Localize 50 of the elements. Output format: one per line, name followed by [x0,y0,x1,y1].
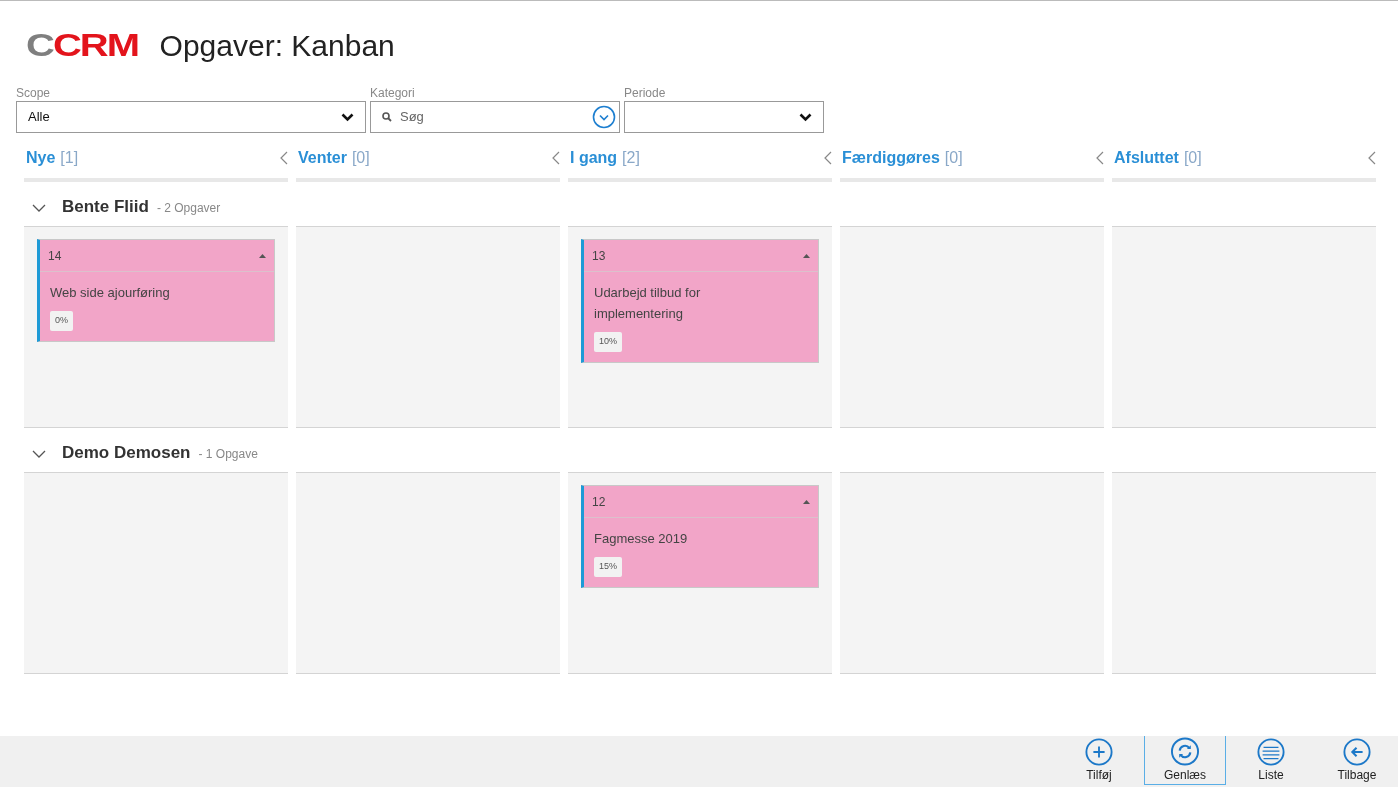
page-title: Opgaver: Kanban [159,31,395,61]
toolbar-button[interactable]: Tilbage [1316,736,1398,785]
dropdown-field[interactable] [624,101,824,133]
task-title: Fagmesse 2019 [594,530,689,548]
toolbar-button[interactable]: Genlæs [1144,736,1226,785]
toolbar-button[interactable]: Liste [1230,736,1312,785]
task-title: Web side ajourføring [50,284,171,302]
progress-badge: 15% [594,557,622,577]
collapse-icon[interactable] [1096,151,1104,165]
column-title: I gang [2] [570,148,640,168]
column-title: Afsluttet [0] [1114,148,1202,168]
chevron-down-icon[interactable] [32,450,46,458]
column-title: Venter [0] [298,148,370,168]
column-title: Færdiggøres [0] [842,148,963,168]
field-label: Scope [16,85,52,101]
list-icon [1256,738,1286,766]
progress-badge: 10% [594,332,622,352]
lane-count: - 1 Opgave [198,446,258,463]
toolbar-button[interactable]: Tilføj [1058,736,1140,785]
chevron-down-icon [799,112,812,122]
caret-up-icon[interactable] [803,253,810,258]
collapse-icon[interactable] [552,151,560,165]
field-label: Periode [624,85,667,101]
lane-count: - 2 Opgaver [156,200,221,217]
progress-badge: 0% [50,311,73,331]
dropdown-field[interactable]: Alle [16,101,366,133]
collapse-icon[interactable] [1368,151,1376,165]
task-id: 13 [592,247,606,265]
task-card[interactable]: 14 Web side ajourføring 0% [37,239,275,342]
search-field[interactable]: Søg [370,101,620,133]
chevron-down-icon[interactable] [32,204,46,212]
task-id: 12 [592,493,606,511]
plus-icon [1084,738,1114,766]
lane-title: Demo Demosen [62,442,191,464]
field-label: Kategori [370,85,416,101]
caret-up-icon[interactable] [803,499,810,504]
search-icon [382,112,392,122]
collapse-icon[interactable] [280,151,288,165]
collapse-icon[interactable] [824,151,832,165]
task-title: Udarbejd tilbud for implementering [594,284,702,323]
caret-up-icon[interactable] [259,253,266,258]
lane-title: Bente Fliid [62,196,149,218]
task-card[interactable]: 13 Udarbejd tilbud for implementering 10% [581,239,819,363]
logo: CCRM [26,29,138,61]
chevron-down-icon[interactable] [592,105,616,129]
refresh-icon [1170,737,1200,766]
task-id: 14 [48,247,62,265]
column-title: Nye [1] [26,148,79,168]
chevron-down-icon [341,112,354,122]
task-card[interactable]: 12 Fagmesse 2019 15% [581,485,819,588]
